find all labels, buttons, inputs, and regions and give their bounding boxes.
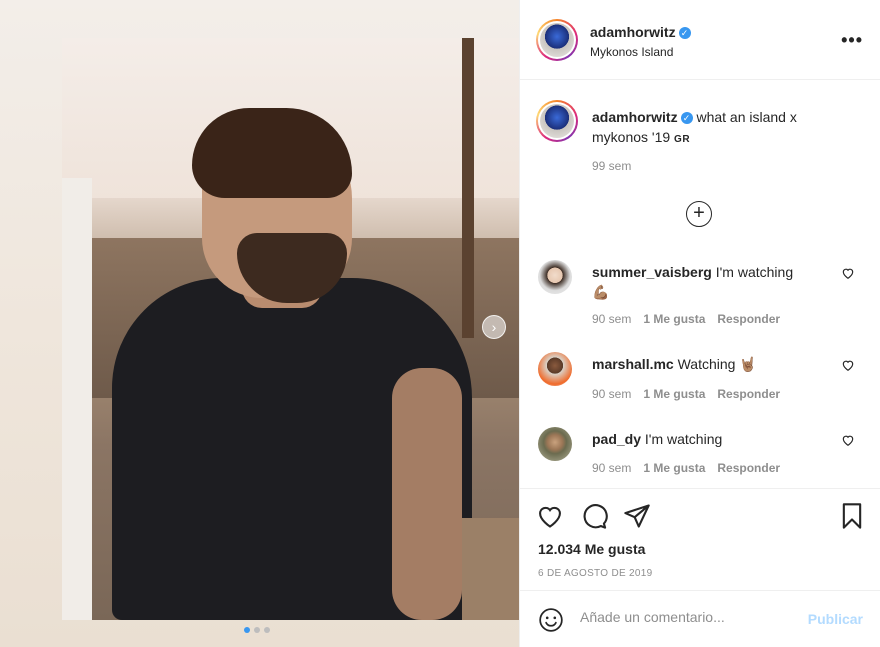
comment-likes[interactable]: 1 Me gusta <box>643 461 705 475</box>
comment-likes[interactable]: 1 Me gusta <box>643 387 705 401</box>
avatar[interactable] <box>536 100 578 142</box>
post-location[interactable]: Mykonos Island <box>590 45 673 59</box>
photo-wall <box>62 178 92 620</box>
caption-text: adamhorwitz ✓ what an island x mykonos '1… <box>592 107 852 150</box>
bookmark-icon[interactable] <box>838 502 866 530</box>
paper-plane-icon[interactable] <box>623 502 651 530</box>
comment-username[interactable]: summer_vaisberg <box>592 264 712 280</box>
comment-time[interactable]: 90 sem <box>592 387 631 401</box>
photo-subject-hair <box>192 108 352 198</box>
carousel-indicator <box>244 627 270 633</box>
reply-button[interactable]: Responder <box>717 461 780 475</box>
photo-subject-arm <box>392 368 462 620</box>
comment-emoji: 💪🏽 <box>592 284 610 300</box>
comment-likes[interactable]: 1 Me gusta <box>643 312 705 326</box>
comment-time[interactable]: 90 sem <box>592 312 631 326</box>
smiley-icon[interactable] <box>538 607 564 633</box>
comment-text: pad_dy I'm watching <box>592 429 832 449</box>
post-media-panel: › <box>0 0 519 647</box>
reply-button[interactable]: Responder <box>717 387 780 401</box>
carousel-dot <box>244 627 250 633</box>
avatar[interactable] <box>538 427 572 461</box>
comment-text: summer_vaisberg I'm watching 💪🏽 <box>592 262 832 302</box>
post-date[interactable]: 6 DE AGOSTO DE 2019 <box>538 568 652 579</box>
avatar[interactable] <box>538 352 572 386</box>
comment-input[interactable] <box>580 609 800 625</box>
photo-pole <box>462 38 474 338</box>
heart-icon[interactable] <box>841 266 855 280</box>
post-header: adamhorwitz ✓ Mykonos Island ••• <box>520 0 880 80</box>
comment-bubble-icon[interactable] <box>580 502 608 530</box>
verified-badge-icon: ✓ <box>680 112 693 125</box>
author-username[interactable]: adamhorwitz ✓ <box>590 24 691 40</box>
comment-username[interactable]: pad_dy <box>592 431 641 447</box>
carousel-dot <box>254 627 260 633</box>
caption-timestamp[interactable]: 99 sem <box>592 159 631 173</box>
plus-circle-icon[interactable]: + <box>686 201 712 227</box>
more-options-icon[interactable]: ••• <box>841 30 863 51</box>
caption-username[interactable]: adamhorwitz <box>592 109 678 125</box>
comment-meta: 90 sem 1 Me gusta Responder <box>592 387 780 401</box>
comment-username[interactable]: marshall.mc <box>592 356 674 372</box>
comment-meta: 90 sem 1 Me gusta Responder <box>592 461 780 475</box>
comment-body: Watching <box>677 356 736 372</box>
reply-button[interactable]: Responder <box>717 312 780 326</box>
carousel-dot <box>264 627 270 633</box>
add-comment-bar: Publicar <box>520 590 880 647</box>
heart-icon[interactable] <box>841 358 855 372</box>
comment-body: I'm watching <box>644 431 723 447</box>
comment-body: I'm watching <box>715 264 794 280</box>
comment-emoji: 🤘🏽 <box>739 356 757 372</box>
caption-flag: GR <box>674 134 691 145</box>
publish-button[interactable]: Publicar <box>808 611 863 627</box>
photo-ledge <box>462 518 519 620</box>
comment-text: marshall.mc Watching 🤘🏽 <box>592 354 832 374</box>
post-actions: 12.034 Me gusta 6 DE AGOSTO DE 2019 <box>520 488 880 590</box>
heart-icon[interactable] <box>536 502 564 530</box>
like-count[interactable]: 12.034 Me gusta <box>538 541 645 557</box>
chevron-right-icon[interactable]: › <box>482 315 506 339</box>
verified-badge-icon: ✓ <box>678 27 691 40</box>
avatar[interactable] <box>538 260 572 294</box>
comment-meta: 90 sem 1 Me gusta Responder <box>592 312 780 326</box>
post-side-panel: adamhorwitz ✓ Mykonos Island ••• adamhorw… <box>519 0 880 647</box>
author-username-text[interactable]: adamhorwitz <box>590 24 676 40</box>
heart-icon[interactable] <box>841 433 855 447</box>
post-photo[interactable] <box>62 38 519 620</box>
comment-time[interactable]: 90 sem <box>592 461 631 475</box>
avatar[interactable] <box>536 19 578 61</box>
